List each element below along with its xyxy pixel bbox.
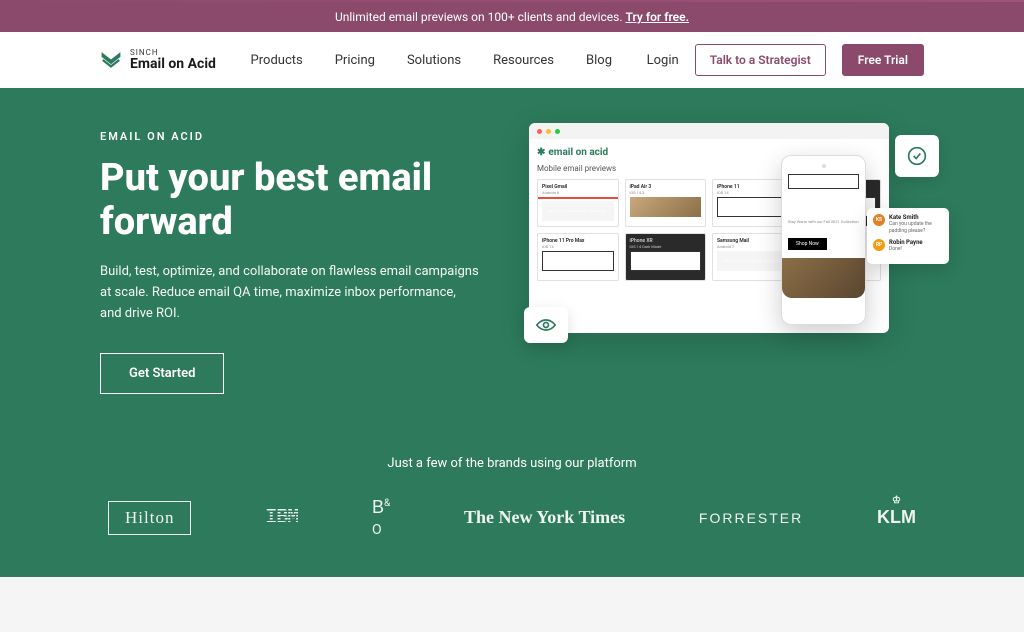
close-dot-icon <box>537 129 542 134</box>
main-header: SINCH Email on Acid Products Pricing Sol… <box>0 32 1024 88</box>
phone-headline: Stylish. Comfortable. Versatile. <box>788 197 859 215</box>
browser-titlebar <box>529 123 889 139</box>
comment-message: Can you update the padding please? <box>889 221 943 234</box>
brand-forrester: FORRESTER <box>699 510 803 526</box>
brands-label: Just a few of the brands using our platf… <box>100 456 924 471</box>
nav-blog[interactable]: Blog <box>586 53 612 68</box>
product-mockup: email on acid Mobile email previews Pixe… <box>529 123 934 348</box>
brand-logos: Hilton IBM B&O The New York Times FORRES… <box>100 497 924 539</box>
phone-subtext: Stay Warm with our Fall 2021 Collection <box>788 219 859 224</box>
talk-strategist-button[interactable]: Talk to a Strategist <box>695 44 826 76</box>
nav-pricing[interactable]: Pricing <box>335 53 375 68</box>
nav-products[interactable]: Products <box>251 53 303 68</box>
get-started-button[interactable]: Get Started <box>100 353 224 394</box>
success-badge <box>895 135 939 177</box>
promo-text: Unlimited email previews on 100+ clients… <box>335 10 626 24</box>
check-circle-icon <box>907 146 927 166</box>
preview-badge <box>524 307 568 343</box>
login-link[interactable]: Login <box>647 53 679 68</box>
comment-item: RP Robin Payne Done! <box>873 239 943 253</box>
brand-klm: KLM <box>877 507 916 528</box>
brand-nytimes: The New York Times <box>464 507 625 528</box>
logo-title: Email on Acid <box>130 57 216 71</box>
phone-mockup: FALCON Stylish. Comfortable. Versatile. … <box>781 155 866 325</box>
eye-icon <box>536 318 556 332</box>
phone-hero-image <box>782 258 865 298</box>
hero-section: EMAIL ON ACID Put your best email forwar… <box>0 88 1024 577</box>
brand-ibm: IBM <box>265 506 298 529</box>
brand-hilton: Hilton <box>108 501 191 535</box>
main-nav: Products Pricing Solutions Resources Blo… <box>251 53 612 68</box>
logo-icon <box>100 49 122 71</box>
comment-author: Kate Smith <box>889 214 943 221</box>
preview-card: Pixel GmailAndroid 8Stylish. Comfortable… <box>537 179 619 227</box>
header-actions: Login Talk to a Strategist Free Trial <box>647 44 924 76</box>
hero-subtitle: Build, test, optimize, and collaborate o… <box>100 262 480 324</box>
footer-spacer <box>0 577 1024 632</box>
brand-bang-olufsen: B&O <box>372 497 390 539</box>
phone-camera-icon <box>822 164 826 168</box>
preview-card: iPad Air 3iOS 14.3 <box>625 179 707 227</box>
comment-author: Robin Payne <box>889 239 943 246</box>
nav-resources[interactable]: Resources <box>493 53 554 68</box>
hero-title: Put your best email forward <box>100 157 520 244</box>
phone-brand: FALCON <box>788 174 859 189</box>
nav-solutions[interactable]: Solutions <box>407 53 461 68</box>
free-trial-button[interactable]: Free Trial <box>842 44 924 76</box>
preview-card: iPhone 11 Pro MaxiOS 14FALCON <box>537 233 619 281</box>
comment-item: KS Kate Smith Can you update the padding… <box>873 214 943 234</box>
minimize-dot-icon <box>546 129 551 134</box>
preview-card: iPhone XRiOS 14 Dark ModeFALCON <box>625 233 707 281</box>
promo-banner: Unlimited email previews on 100+ clients… <box>0 2 1024 32</box>
promo-cta-link[interactable]: Try for free. <box>626 10 690 24</box>
phone-shop-button: Shop Now <box>788 238 827 250</box>
maximize-dot-icon <box>555 129 560 134</box>
logo[interactable]: SINCH Email on Acid <box>100 49 216 71</box>
avatar: KS <box>873 214 885 226</box>
avatar: RP <box>873 239 885 251</box>
comment-message: Done! <box>889 246 943 253</box>
comment-panel: KS Kate Smith Can you update the padding… <box>867 208 949 264</box>
